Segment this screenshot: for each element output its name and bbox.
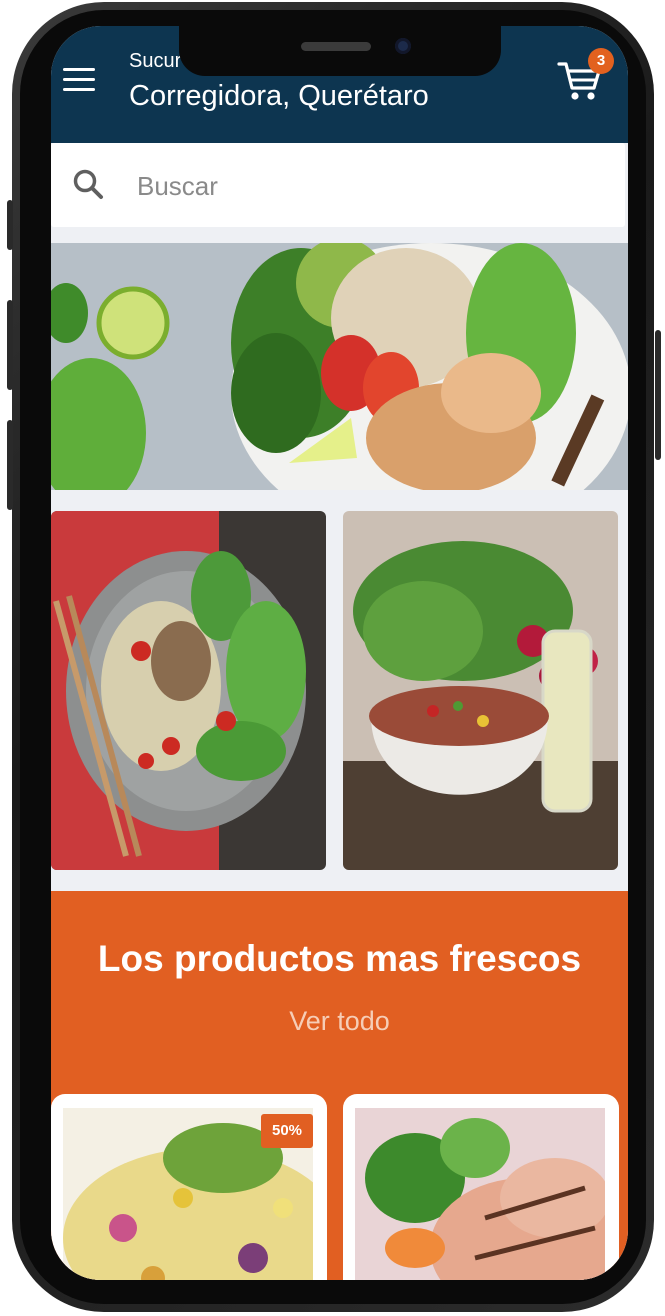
volume-down-button xyxy=(7,420,13,510)
notch xyxy=(179,26,501,76)
volume-up-button xyxy=(7,300,13,390)
branch-name[interactable]: Corregidora, Querétaro xyxy=(129,80,429,113)
category-image-right[interactable] xyxy=(343,511,618,870)
section-title: Los productos mas frescos xyxy=(97,938,582,979)
category-image-left[interactable] xyxy=(51,511,326,870)
cart-count-badge: 3 xyxy=(588,48,614,74)
product-card[interactable]: 50% xyxy=(51,1094,327,1280)
search-bar[interactable] xyxy=(51,143,625,227)
speaker xyxy=(301,42,371,51)
menu-icon[interactable] xyxy=(63,66,97,94)
branch-label: Sucur xyxy=(129,50,182,72)
discount-badge: 50% xyxy=(261,1114,313,1148)
app-screen: Sucur Corregidora, Querétaro 3 Buscar Lo… xyxy=(51,26,628,1280)
power-button xyxy=(655,330,661,460)
search-input[interactable] xyxy=(135,163,589,209)
product-image xyxy=(355,1108,605,1280)
product-card[interactable] xyxy=(343,1094,619,1280)
search-icon xyxy=(73,169,103,199)
front-camera xyxy=(395,38,411,54)
view-all-link[interactable]: Ver todo xyxy=(51,1006,628,1037)
hero-banner-image[interactable] xyxy=(51,243,628,490)
silent-switch xyxy=(7,200,13,250)
